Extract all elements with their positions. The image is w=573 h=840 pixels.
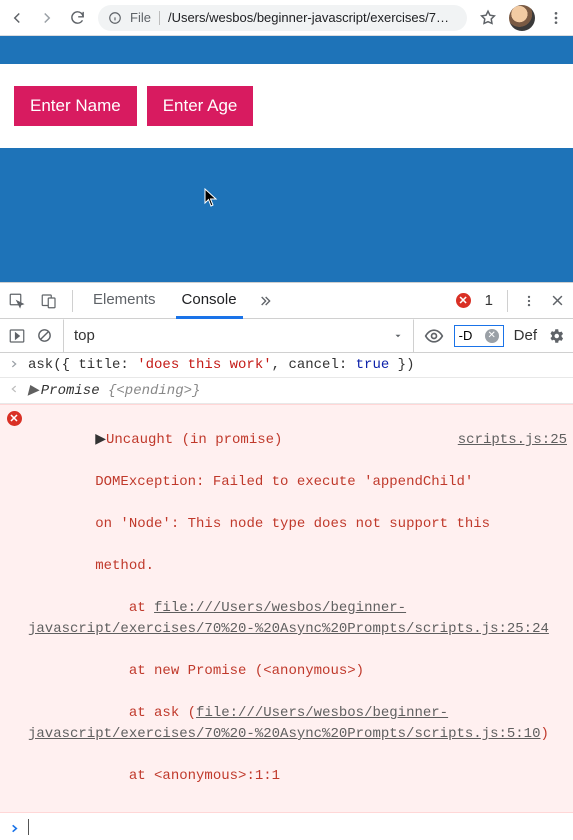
filter-input-box[interactable]: ✕ bbox=[454, 325, 504, 347]
chevron-double-right-icon[interactable] bbox=[257, 293, 273, 309]
error-count: 1 bbox=[485, 292, 493, 309]
avatar[interactable] bbox=[509, 5, 535, 31]
inspect-icon[interactable] bbox=[8, 292, 26, 310]
gear-icon[interactable] bbox=[547, 327, 565, 345]
page-content: Enter Name Enter Age bbox=[0, 36, 573, 282]
clear-console-icon[interactable] bbox=[36, 327, 53, 344]
tab-elements[interactable]: Elements bbox=[87, 283, 162, 319]
console-result-row: ▶Promise {<pending>} bbox=[0, 378, 573, 404]
devtools-tabbar: Elements Console ✕ 1 bbox=[0, 283, 573, 319]
console-prompt-input[interactable] bbox=[28, 819, 567, 835]
console-prompt[interactable] bbox=[0, 813, 573, 840]
console-output: ask({ title: 'does this work', cancel: t… bbox=[0, 353, 573, 813]
chevron-down-icon bbox=[393, 331, 403, 341]
console-error-text[interactable]: scripts.js:25▶Uncaught (in promise) DOME… bbox=[28, 409, 567, 808]
tab-console[interactable]: Console bbox=[176, 283, 243, 319]
top-banner bbox=[0, 36, 573, 64]
address-bar[interactable]: File /Users/wesbos/beginner-javascript/e… bbox=[98, 5, 467, 31]
divider bbox=[507, 290, 508, 312]
url-path: /Users/wesbos/beginner-javascript/exerci… bbox=[168, 10, 449, 25]
close-icon[interactable] bbox=[550, 293, 565, 308]
filter-input[interactable] bbox=[459, 328, 483, 343]
divider bbox=[159, 11, 160, 25]
console-result-text[interactable]: ▶Promise {<pending>} bbox=[28, 382, 567, 399]
output-caret-icon bbox=[6, 382, 22, 399]
divider bbox=[72, 290, 73, 312]
console-subbar: top ✕ Def bbox=[0, 319, 573, 353]
device-toggle-icon[interactable] bbox=[40, 292, 58, 310]
url-scheme: File bbox=[130, 10, 151, 25]
browser-toolbar: File /Users/wesbos/beginner-javascript/e… bbox=[0, 0, 573, 36]
reload-icon[interactable] bbox=[68, 9, 86, 27]
console-input-row: ask({ title: 'does this work', cancel: t… bbox=[0, 353, 573, 378]
error-gutter-icon: ✕ bbox=[6, 409, 22, 808]
input-caret-icon bbox=[6, 357, 22, 373]
devtools: Elements Console ✕ 1 top bbox=[0, 282, 573, 840]
context-label: top bbox=[74, 327, 95, 344]
log-level-label[interactable]: Def bbox=[514, 327, 537, 344]
info-icon bbox=[108, 11, 122, 25]
enter-name-button[interactable]: Enter Name bbox=[14, 86, 137, 126]
blue-panel bbox=[0, 148, 573, 282]
clear-filter-icon[interactable]: ✕ bbox=[485, 329, 499, 343]
error-source-link[interactable]: scripts.js:25 bbox=[458, 430, 567, 451]
console-error-row: ✕ scripts.js:25▶Uncaught (in promise) DO… bbox=[0, 404, 573, 813]
context-selector[interactable]: top bbox=[63, 319, 414, 353]
enter-age-button[interactable]: Enter Age bbox=[147, 86, 254, 126]
button-row: Enter Name Enter Age bbox=[0, 64, 573, 148]
console-input-text: ask({ title: 'does this work', cancel: t… bbox=[28, 357, 567, 373]
toggle-sidebar-icon[interactable] bbox=[8, 327, 26, 345]
eye-icon[interactable] bbox=[424, 326, 444, 346]
error-icon: ✕ bbox=[456, 293, 471, 308]
prompt-caret-icon bbox=[6, 821, 22, 834]
kebab-icon[interactable] bbox=[522, 294, 536, 308]
menu-icon[interactable] bbox=[547, 9, 565, 27]
forward-icon[interactable] bbox=[38, 9, 56, 27]
back-icon[interactable] bbox=[8, 9, 26, 27]
cursor-icon bbox=[204, 188, 218, 208]
star-icon[interactable] bbox=[479, 9, 497, 27]
